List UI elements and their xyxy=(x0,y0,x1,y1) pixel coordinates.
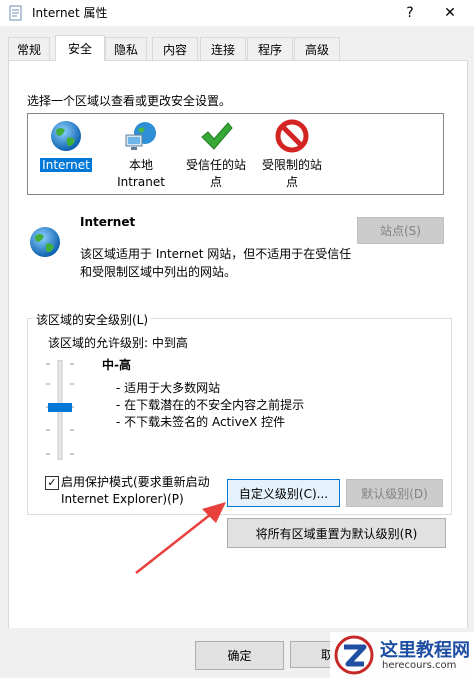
security-level-slider[interactable] xyxy=(40,359,80,461)
level-bullet: - 在下载潜在的不安全内容之前提示 xyxy=(116,398,305,412)
zone-description: 该区域适用于 Internet 网站，但不适用于在受信任 和受限制区域中列出的网… xyxy=(80,247,352,279)
tab-programs[interactable]: 程序 xyxy=(247,37,293,60)
restricted-icon xyxy=(274,118,310,154)
close-icon: ✕ xyxy=(444,5,456,21)
reset-all-zones-button[interactable]: 将所有区域重置为默认级别(R) xyxy=(227,518,446,548)
watermark-name: 这里教程网 xyxy=(380,640,470,661)
ok-button[interactable]: 确定 xyxy=(195,641,284,670)
watermark-logo-icon xyxy=(334,635,374,675)
level-description: - 适用于大多数网站 - 在下载潜在的不安全内容之前提示 - 不下载未签名的 A… xyxy=(116,380,304,431)
window-title: Internet 属性 xyxy=(32,6,108,20)
zone-trusted-label-2: 点 xyxy=(209,175,222,189)
tab-security[interactable]: 安全 xyxy=(55,35,105,61)
intranet-icon xyxy=(123,118,159,154)
title-bar: Internet 属性 ? ✕ xyxy=(0,0,474,26)
zone-intranet-label-1: 本地 xyxy=(128,158,153,172)
checkmark-icon xyxy=(198,118,234,154)
tab-advanced[interactable]: 高级 xyxy=(294,37,340,60)
slider-thumb xyxy=(48,403,72,412)
globe-icon xyxy=(48,118,84,154)
watermark: 这里教程网 herecours.com xyxy=(330,632,474,678)
zone-intranet-label-2: Intranet xyxy=(117,175,165,189)
zone-instruction: 选择一个区域以查看或更改安全设置。 xyxy=(27,94,232,108)
zone-globe-icon xyxy=(27,224,63,260)
zone-title: Internet xyxy=(80,215,136,229)
level-bullet: - 适用于大多数网站 xyxy=(116,381,221,395)
level-bullet: - 不下载未签名的 ActiveX 控件 xyxy=(116,415,286,429)
zone-trusted-label-1: 受信任的站 xyxy=(185,158,246,172)
sites-button[interactable]: 站点(S) xyxy=(357,217,444,244)
zone-restricted-sites[interactable]: 受限制的站 点 xyxy=(256,114,328,191)
zone-internet[interactable]: Internet xyxy=(38,114,94,174)
zone-internet-label: Internet xyxy=(40,158,92,172)
security-level-label: 该区域的安全级别(L) xyxy=(33,311,152,328)
tab-connections[interactable]: 连接 xyxy=(200,37,246,60)
zone-trusted-sites[interactable]: 受信任的站 点 xyxy=(180,114,252,191)
watermark-url: herecours.com xyxy=(382,660,457,671)
allowed-levels: 该区域的允许级别: 中到高 xyxy=(48,336,188,350)
tab-content[interactable]: 内容 xyxy=(152,37,198,60)
zone-restricted-label-2: 点 xyxy=(285,175,298,189)
default-level-button[interactable]: 默认级别(D) xyxy=(346,479,443,507)
tab-general[interactable]: 常规 xyxy=(8,37,50,60)
close-button[interactable]: ✕ xyxy=(432,0,468,26)
custom-level-button[interactable]: 自定义级别(C)... xyxy=(227,479,340,507)
protected-mode-checkbox[interactable]: ✓ xyxy=(45,476,59,490)
tab-privacy[interactable]: 隐私 xyxy=(105,37,147,60)
internet-options-icon xyxy=(8,5,24,21)
zone-local-intranet[interactable]: 本地 Intranet xyxy=(108,114,174,191)
level-name: 中-高 xyxy=(102,358,131,372)
zone-list: Internet 本地 Intranet 受信任的站 点 受限制的站 点 xyxy=(27,113,444,195)
zone-restricted-label-1: 受限制的站 xyxy=(261,158,322,172)
help-button[interactable]: ? xyxy=(392,0,428,26)
annotation-arrow xyxy=(128,495,238,580)
